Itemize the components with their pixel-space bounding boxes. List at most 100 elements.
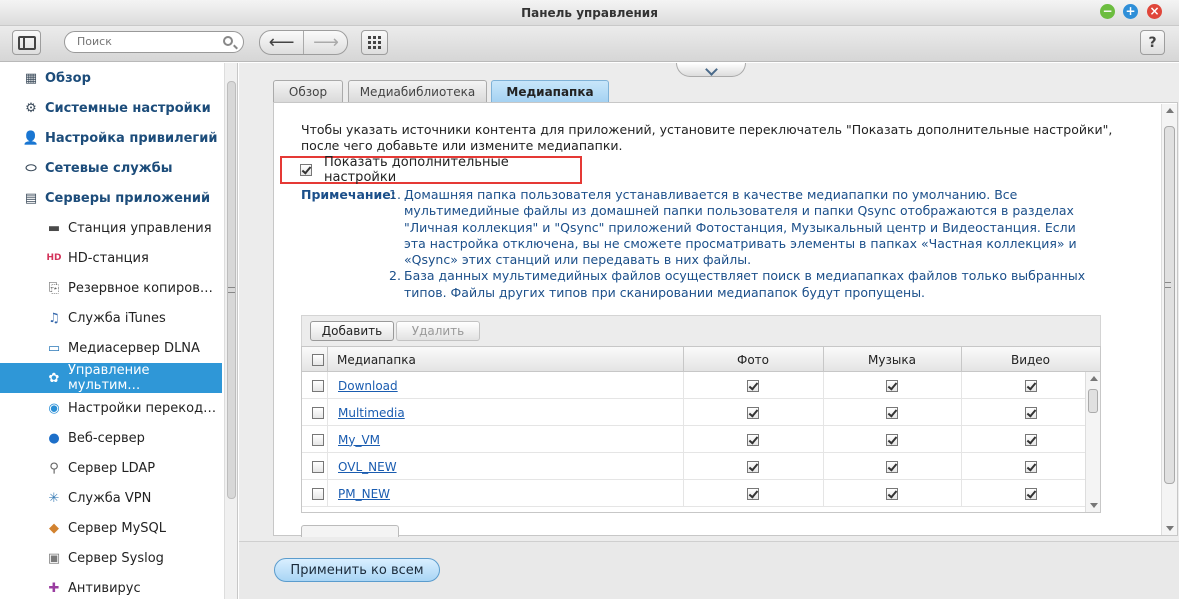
search-box[interactable]: [64, 31, 244, 53]
partial-button[interactable]: [301, 525, 399, 537]
media-folder-table: Медиапапка Фото Музыка Видео Download Mul…: [301, 346, 1101, 513]
sidebar-item[interactable]: ◆ Сервер MySQL: [0, 513, 222, 543]
title-bar: Панель управления − + ×: [0, 0, 1179, 26]
folder-link[interactable]: Download: [338, 379, 398, 393]
video-checkbox[interactable]: [1025, 406, 1037, 419]
back-button[interactable]: ⟵: [260, 31, 304, 54]
vpn-icon: ✳: [48, 490, 60, 506]
search-icon[interactable]: [223, 36, 233, 46]
note-text: База данных мультимедийных файлов осущес…: [404, 268, 1086, 300]
search-input[interactable]: [77, 35, 217, 48]
column-header-folder[interactable]: Медиапапка: [337, 347, 416, 372]
table-scroll-thumb[interactable]: [1088, 389, 1098, 413]
sidebar-item[interactable]: ▣ Сервер Syslog: [0, 543, 222, 573]
music-checkbox[interactable]: [886, 460, 898, 473]
scroll-down-icon[interactable]: [1166, 526, 1174, 531]
add-button[interactable]: Добавить: [310, 321, 394, 341]
video-checkbox[interactable]: [1025, 460, 1037, 473]
transcode-icon: ◉: [48, 400, 60, 416]
table-row[interactable]: OVL_NEW: [302, 453, 1085, 480]
music-checkbox[interactable]: [886, 433, 898, 446]
show-advanced-highlight: Показать дополнительные настройки: [280, 155, 582, 185]
column-header-photo[interactable]: Фото: [683, 347, 823, 372]
column-header-video[interactable]: Видео: [961, 347, 1100, 372]
folder-link[interactable]: My_VM: [338, 433, 380, 447]
tab-overview[interactable]: Обзор: [273, 80, 343, 102]
show-advanced-checkbox[interactable]: [300, 164, 312, 176]
photo-checkbox[interactable]: [747, 460, 759, 473]
forward-button[interactable]: ⟶: [304, 31, 347, 54]
sidebar-item[interactable]: ▦ Обзор: [0, 63, 222, 93]
music-checkbox[interactable]: [886, 379, 898, 392]
row-select-checkbox[interactable]: [312, 379, 324, 392]
sidebar-item[interactable]: ▤ Серверы приложений: [0, 183, 222, 213]
sidebar-item-label: Веб-сервер: [68, 430, 145, 446]
sidebar-item[interactable]: HD HD-станция: [0, 243, 222, 273]
tab-media-library[interactable]: Медиабиблиотека: [348, 80, 487, 102]
sidebar-item[interactable]: ✿ Управление мультим…: [0, 363, 222, 393]
scroll-grip-icon: [1165, 282, 1171, 288]
music-checkbox[interactable]: [886, 487, 898, 500]
video-checkbox[interactable]: [1025, 487, 1037, 500]
row-select-checkbox[interactable]: [312, 487, 324, 500]
sidebar-item-label: Служба VPN: [68, 490, 152, 506]
row-select-checkbox[interactable]: [312, 433, 324, 446]
panel-scroll-thumb[interactable]: [1164, 126, 1175, 484]
sidebar-item[interactable]: ● Веб-сервер: [0, 423, 222, 453]
sidebar-item[interactable]: ⎘ Резервное копиров…: [0, 273, 222, 303]
note-heading: Примечание:: [301, 187, 396, 202]
row-select-checkbox[interactable]: [312, 460, 324, 473]
delete-button[interactable]: Удалить: [396, 321, 480, 341]
folder-link[interactable]: Multimedia: [338, 406, 405, 420]
sidebar-scrollbar[interactable]: [224, 63, 237, 599]
music-checkbox[interactable]: [886, 406, 898, 419]
sidebar-item-label: Сервер LDAP: [68, 460, 156, 476]
maximize-icon[interactable]: +: [1123, 4, 1138, 19]
scroll-up-icon[interactable]: [1166, 108, 1174, 113]
photo-checkbox[interactable]: [747, 487, 759, 500]
note-list: 1. Домашняя папка пользователя устанавли…: [389, 187, 1101, 301]
apps-grid-button[interactable]: [361, 30, 388, 55]
photo-checkbox[interactable]: [747, 379, 759, 392]
video-checkbox[interactable]: [1025, 379, 1037, 392]
tab-media-folder[interactable]: Медиапапка: [491, 80, 609, 102]
table-row[interactable]: PM_NEW: [302, 480, 1085, 507]
sidebar-item[interactable]: ♫ Служба iTunes: [0, 303, 222, 333]
sidebar-item[interactable]: ⚙ Системные настройки: [0, 93, 222, 123]
photo-checkbox[interactable]: [747, 406, 759, 419]
select-all-checkbox[interactable]: [312, 353, 324, 366]
apply-all-button[interactable]: Применить ко всем: [274, 558, 440, 582]
home-button[interactable]: [12, 30, 41, 55]
row-select-checkbox[interactable]: [312, 406, 324, 419]
sidebar-item-label: Служба iTunes: [68, 310, 166, 326]
table-row[interactable]: Download: [302, 372, 1085, 399]
sidebar-item[interactable]: ◉ Настройки перекод…: [0, 393, 222, 423]
sidebar-item[interactable]: ⬭ Сетевые службы: [0, 153, 222, 183]
folder-link[interactable]: PM_NEW: [338, 487, 390, 501]
sidebar-item[interactable]: 👤 Настройка привилегий: [0, 123, 222, 153]
sidebar-item[interactable]: ⚲ Сервер LDAP: [0, 453, 222, 483]
photo-checkbox[interactable]: [747, 433, 759, 446]
note-text: Домашняя папка пользователя устанавливае…: [404, 187, 1077, 268]
sidebar-item[interactable]: ✳ Служба VPN: [0, 483, 222, 513]
sidebar-item[interactable]: ✚ Антивирус: [0, 573, 222, 599]
minimize-icon[interactable]: −: [1100, 4, 1115, 19]
collapse-toggle-button[interactable]: [676, 63, 746, 77]
panel-scrollbar[interactable]: [1161, 104, 1177, 535]
table-row[interactable]: My_VM: [302, 426, 1085, 453]
show-advanced-label[interactable]: Показать дополнительные настройки: [324, 155, 580, 185]
close-icon[interactable]: ×: [1147, 4, 1162, 19]
folder-link[interactable]: OVL_NEW: [338, 460, 397, 474]
video-checkbox[interactable]: [1025, 433, 1037, 446]
sidebar-item-label: Резервное копиров…: [68, 280, 213, 296]
multimedia-icon: ✿: [48, 370, 60, 386]
station-icon: ▬: [47, 220, 61, 236]
scroll-up-icon[interactable]: [1090, 376, 1098, 381]
scroll-down-icon[interactable]: [1090, 503, 1098, 508]
column-header-music[interactable]: Музыка: [823, 347, 961, 372]
help-button[interactable]: ?: [1140, 30, 1165, 55]
sidebar-item[interactable]: ▬ Станция управления: [0, 213, 222, 243]
table-row[interactable]: Multimedia: [302, 399, 1085, 426]
sidebar-item[interactable]: ▭ Медиасервер DLNA: [0, 333, 222, 363]
table-scrollbar[interactable]: [1085, 372, 1100, 512]
